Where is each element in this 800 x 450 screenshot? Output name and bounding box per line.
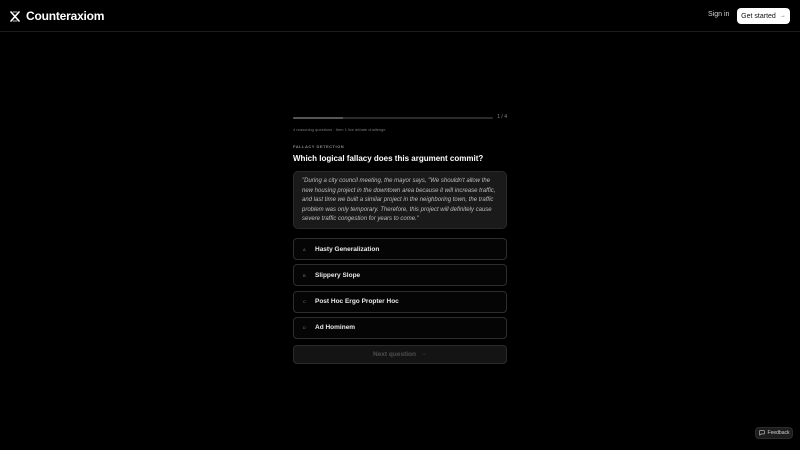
quiz-panel: 1 / 4 4 reasoning questions · then 1 liv… xyxy=(293,112,507,364)
answer-options: A Hasty Generalization B Slippery Slope … xyxy=(293,238,507,339)
brand-logo-link[interactable]: Counteraxiom xyxy=(10,9,104,23)
question-title: Which logical fallacy does this argument… xyxy=(293,154,484,163)
option-letter: D xyxy=(303,325,306,331)
progress-row: 1 / 4 xyxy=(293,112,507,124)
answer-option-b[interactable]: B Slippery Slope xyxy=(293,264,507,287)
top-navigation-bar: Counteraxiom Sign in Get started → xyxy=(0,0,800,32)
counteraxiom-logo-icon xyxy=(10,10,20,22)
quiz-subtitle: 4 reasoning questions · then 1 live deba… xyxy=(293,127,386,132)
option-letter: C xyxy=(303,299,306,305)
sign-in-link[interactable]: Sign in xyxy=(708,11,729,18)
option-label: Slippery Slope xyxy=(315,271,361,279)
option-label: Post Hoc Ergo Propter Hoc xyxy=(315,298,399,306)
get-started-button[interactable]: Get started → xyxy=(737,8,790,24)
feedback-label: Feedback xyxy=(767,430,790,436)
option-label: Ad Hominem xyxy=(315,324,356,332)
answer-option-d[interactable]: D Ad Hominem xyxy=(293,316,507,339)
argument-quote: "During a city council meeting, the mayo… xyxy=(302,178,496,222)
arrow-right-icon: → xyxy=(779,13,786,19)
answer-option-a[interactable]: A Hasty Generalization xyxy=(293,238,507,260)
section-label: FALLACY DETECTION xyxy=(293,144,345,149)
next-question-label: Next question xyxy=(373,350,416,358)
progress-bar xyxy=(293,117,493,119)
feedback-button[interactable]: Feedback xyxy=(755,427,793,439)
option-label: Hasty Generalization xyxy=(315,245,380,253)
option-letter: A xyxy=(303,246,306,252)
message-icon xyxy=(758,430,765,436)
next-question-button[interactable]: Next question → xyxy=(293,344,507,364)
option-letter: B xyxy=(303,272,306,278)
brand-name: Counteraxiom xyxy=(26,9,105,23)
answer-option-c[interactable]: C Post Hoc Ergo Propter Hoc xyxy=(293,290,507,313)
argument-quote-box: "During a city council meeting, the mayo… xyxy=(293,171,507,229)
get-started-label: Get started xyxy=(741,12,776,20)
arrow-right-icon: → xyxy=(420,351,427,358)
progress-fill xyxy=(293,117,343,119)
progress-count: 1 / 4 xyxy=(497,114,507,120)
